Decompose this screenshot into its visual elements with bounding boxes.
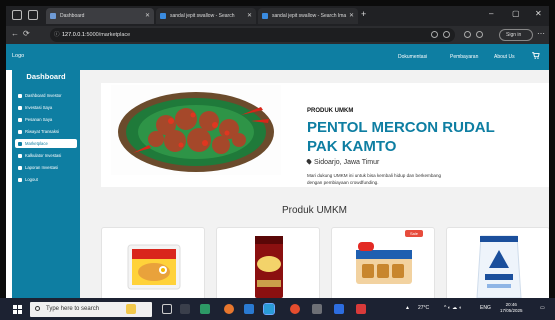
new-tab-button[interactable]: + [361,9,366,19]
tab-image-search[interactable]: sandal jepit swallow - Search Ima ✕ [258,8,358,24]
sidebar-item-kalkulator-investasi[interactable]: Kalkulator Investasi [15,151,77,160]
logout-icon [18,177,22,182]
back-button[interactable]: ← [11,29,19,38]
workspaces-icon[interactable] [12,10,22,20]
product-location: Sidoarjo, Jawa Timur [305,158,379,166]
taskbar: Type here to search ▲ 27°C ^ ◐ ☁ ◖ ENG 2… [0,298,555,320]
url-input[interactable]: ⓘ 127.0.0.1:5000/marketplace [50,28,455,42]
language-label[interactable]: ENG [480,305,491,311]
product-photo [111,85,281,175]
browser-tab-strip: Dashboard ✕ sandal jepit swallow - Searc… [6,6,549,26]
nav-link-about[interactable]: About Us [494,54,515,60]
sidebar-item-riwayat-transaksi[interactable]: Riwayat Transaksi [15,127,77,136]
sign-in-button[interactable]: Sign in [499,29,533,41]
main-content: PRODUK UMKM PENTOL MERCON RUDAL PAK KAMT… [80,70,549,310]
site-logo[interactable]: Logo [12,53,24,59]
sidebar-item-logout[interactable]: Logout [15,175,77,184]
store-icon [18,141,22,146]
sale-badge: Sale [404,230,423,237]
more-icon[interactable]: ⋯ [537,29,545,38]
featured-product: PRODUK UMKM PENTOL MERCON RUDAL PAK KAMT… [101,83,549,187]
task-view-icon[interactable] [162,304,172,314]
vscode-icon[interactable] [244,304,254,314]
sidebar-item-marketplace[interactable]: Marketplace [15,139,77,148]
calculator-icon [18,153,22,158]
cart-icon [18,117,22,122]
close-icon[interactable]: ✕ [247,8,252,24]
address-bar: ← ⟳ ⓘ 127.0.0.1:5000/marketplace Sign in… [6,26,549,44]
minimize-button[interactable]: – [489,9,493,18]
temperature-label[interactable]: 27°C [418,305,429,311]
nav-link-pembayaran[interactable]: Pembayaran [450,54,478,60]
search-engine-icon [160,13,166,19]
product-title: PENTOL MERCON RUDAL PAK KAMTO [307,119,495,155]
sidebar-item-dashboard-investor[interactable]: Dashboard Investor [15,91,77,100]
windows-start-icon[interactable] [13,305,22,314]
app-icon[interactable] [180,304,190,314]
favorite-icon[interactable] [443,31,450,38]
close-icon[interactable]: ✕ [145,8,150,24]
site-navbar: Logo Dokumentasi Pembayaran About Us [6,44,549,70]
info-icon: ⓘ [54,32,60,38]
page-icon [50,13,56,19]
sidebar: Dashboard Dashboard Investor Investasi S… [12,64,80,310]
edge-icon[interactable] [263,303,275,315]
section-title: Produk UMKM [281,205,347,216]
tab-actions-icon[interactable] [28,10,38,20]
app-icon[interactable] [224,304,234,314]
app-icon[interactable] [200,304,210,314]
user-icon [18,93,22,98]
weather-icon[interactable]: ▲ [405,305,410,311]
report-icon [18,165,22,170]
app-icon[interactable] [312,304,322,314]
refresh-button[interactable]: ⟳ [23,29,30,38]
sidebar-item-laporan-investasi[interactable]: Laporan Investasi [15,163,77,172]
notifications-icon[interactable]: ▭ [540,305,545,311]
tab-search[interactable]: sandal jepit swallow - Search ✕ [156,8,256,24]
chart-icon [18,105,22,110]
location-pin-icon [305,158,313,165]
app-icon[interactable] [356,304,366,314]
window-close-button[interactable]: ✕ [535,9,542,18]
product-category: PRODUK UMKM [307,108,354,114]
nav-link-dokumentasi[interactable]: Dokumentasi [398,54,427,60]
search-engine-icon [262,13,268,19]
search-icon [35,306,40,311]
collections-icon[interactable] [476,31,483,38]
weather-widget-icon[interactable] [126,304,136,314]
extensions-icon[interactable] [464,31,471,38]
app-icon[interactable] [334,304,344,314]
sidebar-title: Dashboard [26,72,66,81]
sidebar-item-pesanan-saya[interactable]: Pesanan Saya [15,115,77,124]
system-clock[interactable]: 20:46 17/05/2025 [500,302,523,314]
close-icon[interactable]: ✕ [349,8,354,24]
tab-dashboard[interactable]: Dashboard ✕ [46,8,154,24]
read-aloud-icon[interactable] [431,31,438,38]
browser-window: Dashboard ✕ sandal jepit swallow - Searc… [6,6,549,310]
product-description: Mari dukung UMKM ini untuk bisa kembali … [307,173,442,185]
history-icon [18,129,22,134]
sidebar-item-investasi-saya[interactable]: Investasi Saya [15,103,77,112]
maximize-button[interactable]: ▢ [512,9,520,18]
tray-icons[interactable]: ^ ◐ ☁ ◖ [444,305,462,311]
chrome-icon[interactable] [290,304,300,314]
cart-icon[interactable] [532,52,540,59]
